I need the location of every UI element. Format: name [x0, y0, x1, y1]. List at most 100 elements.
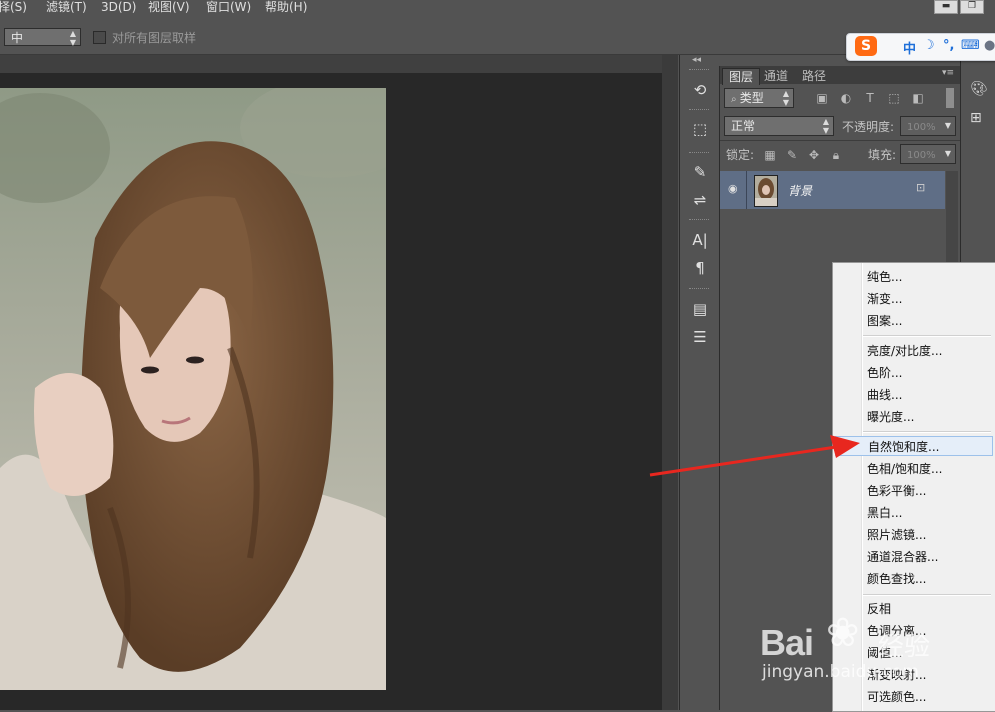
lock-icon: ⊡	[916, 181, 926, 194]
opacity-label: 不透明度:	[842, 120, 895, 134]
menu-item-black-white[interactable]: 黑白...	[867, 503, 902, 523]
search-icon: ⌕	[731, 94, 740, 105]
menu-item-solid-color[interactable]: 纯色...	[867, 267, 902, 287]
annotation-arrow	[649, 435, 860, 477]
moon-icon[interactable]: ☽	[923, 38, 935, 53]
fill-value: 100%	[907, 150, 936, 161]
updown-arrow-icon: ▲ ▼	[69, 29, 76, 47]
grip-handle[interactable]	[689, 69, 709, 73]
document-tab-strip	[0, 55, 662, 73]
watermark-url: jingyan.baidu.com	[762, 662, 919, 682]
tab-layers[interactable]: 图层	[722, 68, 761, 85]
menu-help[interactable]: 帮助(H)	[265, 0, 307, 18]
dropdown-arrow-icon: ▼	[944, 121, 951, 130]
dropdown-arrow-icon: ▼	[944, 149, 951, 158]
lock-position-icon[interactable]: ✥	[806, 147, 822, 163]
paragraph-icon[interactable]: ¶	[689, 257, 711, 279]
document-photo[interactable]	[0, 88, 386, 690]
divider	[720, 140, 960, 141]
menu-item-color-lookup[interactable]: 颜色查找...	[867, 569, 926, 589]
eye-icon[interactable]: ◉	[728, 183, 742, 194]
menu-item-photo-filter[interactable]: 照片滤镜...	[867, 525, 926, 545]
menu-select[interactable]: 择(S)	[0, 0, 27, 18]
menu-item-pattern[interactable]: 图案...	[867, 311, 902, 331]
swatches-icon[interactable]: 🎨︎	[970, 81, 988, 97]
adjust-icon[interactable]: ⇌	[689, 189, 711, 211]
lock-image-icon[interactable]: ✎	[784, 147, 800, 163]
menu-view[interactable]: 视图(V)	[148, 0, 190, 18]
sogou-logo-icon[interactable]: S	[855, 36, 877, 56]
lock-transparent-icon[interactable]: ▦	[762, 147, 778, 163]
filter-kind-value: 类型	[739, 91, 764, 105]
fill-label: 填充:	[868, 148, 897, 162]
brush-presets-icon[interactable]: ✎	[689, 161, 711, 183]
menu-3d[interactable]: 3D(D)	[101, 0, 136, 18]
paw-logo-icon: ❀	[826, 610, 860, 656]
menu-item-curves[interactable]: 曲线...	[867, 385, 902, 405]
panel-dock: ◂◂ ⟲ ⬚ ✎ ⇌ A| ¶ ▤ ☰	[679, 55, 719, 710]
styles-icon[interactable]: ⊞	[970, 110, 982, 126]
pixel-filter-icon[interactable]: ▣	[814, 90, 830, 106]
panel-tab-strip: 图层 通道 路径 ▾≡	[720, 66, 960, 85]
layer-thumbnail	[754, 175, 778, 207]
history-icon[interactable]: ⟲	[689, 79, 711, 101]
sample-all-layers-label: 对所有图层取样	[112, 31, 197, 45]
menu-item-exposure[interactable]: 曝光度...	[867, 407, 914, 427]
tab-paths[interactable]: 路径	[796, 68, 832, 84]
shape-filter-icon[interactable]: ⬚	[886, 90, 902, 106]
baidu-watermark: Bai ❀ 经验 jingyan.baidu.com	[760, 610, 995, 710]
keyboard-icon[interactable]: ⌨	[961, 38, 980, 53]
3d-icon[interactable]: ⬚	[689, 118, 711, 140]
user-icon[interactable]: ●	[984, 38, 995, 53]
divider	[746, 171, 747, 209]
menu-separator	[863, 594, 991, 596]
layer-name[interactable]: 背景	[788, 182, 812, 199]
lock-all-icon[interactable]: 🔒︎	[828, 147, 844, 163]
menu-item-levels[interactable]: 色阶...	[867, 363, 902, 383]
opacity-field[interactable]: 100% ▼	[900, 116, 956, 136]
filter-kind-select[interactable]: ⌕ 类型 ▲ ▼	[724, 88, 794, 108]
menu-item-brightness-contrast[interactable]: 亮度/对比度...	[867, 341, 943, 361]
notes-icon[interactable]: ▤	[689, 298, 711, 320]
blend-mode-value: 正常	[731, 119, 756, 133]
restore-button[interactable]: ❐	[960, 0, 984, 14]
updown-arrow-icon: ▲ ▼	[822, 117, 829, 135]
ime-mode[interactable]: 中	[903, 38, 916, 57]
blend-mode-select[interactable]: 正常 ▲ ▼	[724, 116, 834, 136]
menu-item-channel-mixer[interactable]: 通道混合器...	[867, 547, 938, 567]
menu-item-gradient[interactable]: 渐变...	[867, 289, 902, 309]
fill-field[interactable]: 100% ▼	[900, 144, 956, 164]
grip-handle[interactable]	[689, 152, 709, 156]
layer-row-background[interactable]: ◉ 背景 ⊡	[720, 171, 945, 209]
collapse-icon[interactable]: ◂◂	[692, 55, 701, 65]
grip-handle[interactable]	[689, 219, 709, 223]
grip-handle[interactable]	[689, 288, 709, 292]
panel-menu-icon[interactable]: ▾≡	[942, 68, 954, 78]
properties-icon[interactable]: ☰	[689, 326, 711, 348]
vertical-scrollbar[interactable]	[662, 55, 678, 710]
ime-toolbar[interactable]: S 中 ☽ °, ⌨ ●	[846, 33, 995, 61]
grip-handle[interactable]	[689, 109, 709, 113]
watermark-brand: Bai	[760, 622, 814, 663]
tab-channels[interactable]: 通道	[758, 68, 794, 84]
menu-item-hue-saturation[interactable]: 色相/饱和度...	[867, 459, 943, 479]
minimize-button[interactable]: ▬	[934, 0, 958, 14]
character-icon[interactable]: A|	[689, 229, 711, 251]
punctuation-icon[interactable]: °,	[943, 38, 954, 53]
sample-size-select[interactable]: 中 ▲ ▼	[4, 28, 81, 47]
menu-bar: 择(S) 滤镜(T) 3D(D) 视图(V) 窗口(W) 帮助(H) ▬ ❐	[0, 0, 995, 18]
menu-separator	[863, 335, 991, 337]
menu-filter[interactable]: 滤镜(T)	[46, 0, 87, 18]
menu-separator	[863, 431, 991, 433]
filter-toggle[interactable]	[946, 88, 954, 108]
lock-label: 锁定:	[726, 148, 755, 162]
updown-arrow-icon: ▲ ▼	[782, 89, 789, 107]
menu-item-color-balance[interactable]: 色彩平衡...	[867, 481, 926, 501]
menu-window[interactable]: 窗口(W)	[206, 0, 251, 18]
type-filter-icon[interactable]: T	[862, 90, 878, 106]
sample-all-layers-checkbox[interactable]	[93, 31, 106, 44]
opacity-value: 100%	[907, 122, 936, 133]
menu-item-invert[interactable]: 反相	[867, 599, 891, 619]
adjustment-filter-icon[interactable]: ◐	[838, 90, 854, 106]
smart-object-filter-icon[interactable]: ◧	[910, 90, 926, 106]
